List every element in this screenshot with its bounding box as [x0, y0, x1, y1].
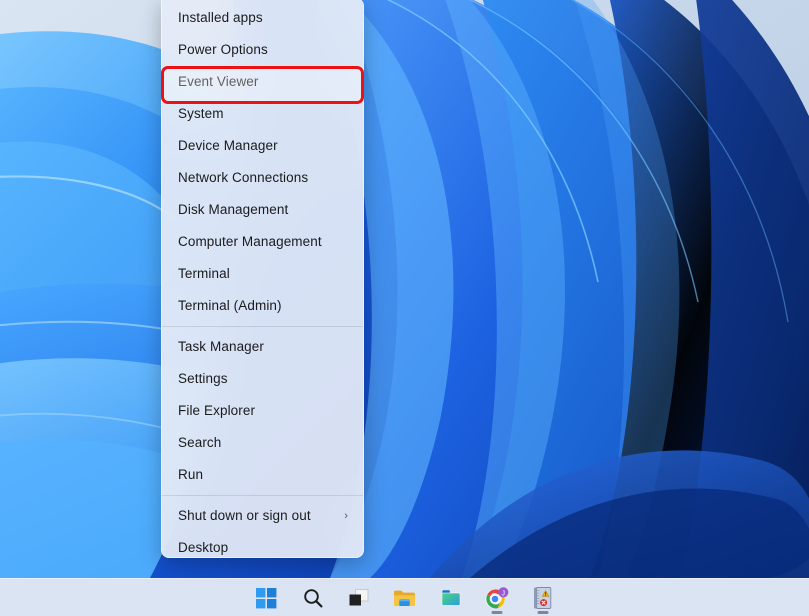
windows-logo-icon — [256, 588, 277, 609]
wallpaper-artwork — [0, 0, 809, 578]
menu-item-shut-down-or-sign-out[interactable]: Shut down or sign out › — [164, 500, 361, 532]
menu-item-terminal[interactable]: Terminal — [164, 258, 361, 290]
taskbar-search-button[interactable] — [300, 583, 326, 613]
menu-item-label: Installed apps — [178, 2, 263, 34]
svg-text:J: J — [502, 590, 506, 597]
menu-item-search[interactable]: Search — [164, 427, 361, 459]
menu-group-system: Installed apps Power Options Event Viewe… — [162, 2, 363, 322]
menu-item-label: Desktop — [178, 532, 228, 564]
menu-item-task-manager[interactable]: Task Manager — [164, 331, 361, 363]
menu-item-label: Run — [178, 459, 203, 491]
running-indicator — [491, 611, 502, 614]
task-view-icon — [348, 588, 370, 608]
chevron-right-icon: › — [344, 511, 351, 522]
menu-group-tools: Task Manager Settings File Explorer Sear… — [162, 331, 363, 491]
menu-separator-2 — [162, 495, 363, 496]
menu-item-power-options[interactable]: Power Options — [164, 34, 361, 66]
menu-item-label: Shut down or sign out — [178, 500, 311, 532]
menu-item-label: Device Manager — [178, 130, 278, 162]
menu-item-computer-management[interactable]: Computer Management — [164, 226, 361, 258]
menu-item-label: Settings — [178, 363, 228, 395]
menu-item-label: Terminal — [178, 258, 230, 290]
menu-item-label: Disk Management — [178, 194, 288, 226]
running-indicator — [537, 611, 548, 614]
menu-item-settings[interactable]: Settings — [164, 363, 361, 395]
taskbar-icon-group: J — [254, 579, 556, 616]
menu-item-label: Terminal (Admin) — [178, 290, 282, 322]
menu-item-installed-apps[interactable]: Installed apps — [164, 2, 361, 34]
menu-separator-1 — [162, 326, 363, 327]
menu-item-device-manager[interactable]: Device Manager — [164, 130, 361, 162]
menu-item-label: Computer Management — [178, 226, 322, 258]
menu-item-label: Power Options — [178, 34, 268, 66]
menu-item-label: Network Connections — [178, 162, 308, 194]
taskbar-file-explorer-button[interactable] — [392, 583, 418, 613]
menu-item-disk-management[interactable]: Disk Management — [164, 194, 361, 226]
folder-teal-icon — [440, 589, 462, 608]
menu-item-label: File Explorer — [178, 395, 255, 427]
desktop-wallpaper — [0, 0, 809, 578]
menu-item-label: Task Manager — [178, 331, 264, 363]
menu-group-session: Shut down or sign out › Desktop — [162, 500, 363, 564]
menu-item-event-viewer[interactable]: Event Viewer — [164, 66, 361, 98]
taskbar-chrome-button[interactable]: J — [484, 583, 510, 613]
menu-item-run[interactable]: Run — [164, 459, 361, 491]
folder-yellow-icon — [393, 588, 416, 608]
taskbar-event-viewer-button[interactable] — [530, 583, 556, 613]
menu-item-terminal-admin[interactable]: Terminal (Admin) — [164, 290, 361, 322]
search-icon — [302, 587, 324, 609]
menu-item-file-explorer[interactable]: File Explorer — [164, 395, 361, 427]
menu-item-label: Event Viewer — [178, 66, 259, 98]
menu-item-system[interactable]: System — [164, 98, 361, 130]
desktop-screen: Installed apps Power Options Event Viewe… — [0, 0, 809, 616]
taskbar-task-view-button[interactable] — [346, 583, 372, 613]
event-viewer-icon — [532, 586, 553, 610]
menu-item-desktop[interactable]: Desktop — [164, 532, 361, 564]
menu-item-label: Search — [178, 427, 221, 459]
taskbar-folder-window-button[interactable] — [438, 583, 464, 613]
winx-quick-link-menu[interactable]: Installed apps Power Options Event Viewe… — [161, 0, 364, 558]
taskbar-start-button[interactable] — [254, 583, 280, 613]
taskbar: J — [0, 578, 809, 616]
menu-item-label: System — [178, 98, 224, 130]
menu-item-network-connections[interactable]: Network Connections — [164, 162, 361, 194]
chrome-icon: J — [484, 586, 509, 611]
